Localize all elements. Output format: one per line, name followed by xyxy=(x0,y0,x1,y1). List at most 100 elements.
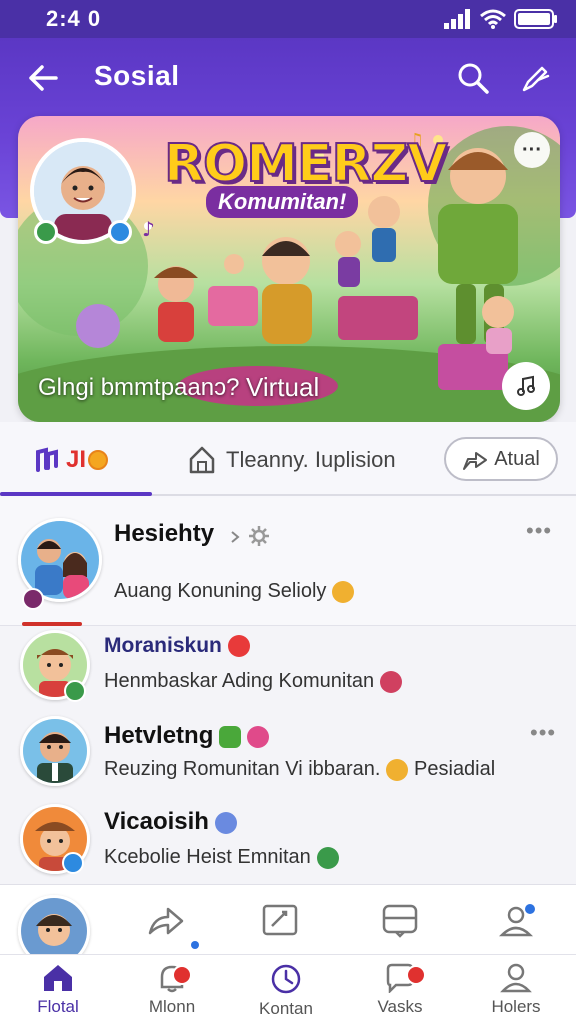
feed-list: Hesiehty ••• Auang Konuning Selioly Mora… xyxy=(0,498,576,884)
notification-badge xyxy=(172,965,192,985)
image-edit-icon xyxy=(262,904,298,936)
list-item[interactable]: Vicaoisih Kcebolie Heist Emnitan xyxy=(0,802,576,884)
hero-caption-left: Glngi bmmtpaanɔ? xyxy=(38,374,240,401)
nav-profile[interactable]: Holers xyxy=(466,963,566,1023)
emoji-icon xyxy=(247,725,270,748)
emoji-icon xyxy=(386,758,409,781)
emoji-icon xyxy=(227,635,250,658)
more-options-button[interactable]: ••• xyxy=(526,518,552,544)
post-text: Kcebolie Heist Emnitan xyxy=(104,846,339,869)
tab-music[interactable]: JI xyxy=(34,440,109,480)
verified-badge xyxy=(108,220,132,244)
edit-button[interactable] xyxy=(518,60,554,96)
emoji-icon xyxy=(332,580,355,603)
emoji-icon xyxy=(219,725,242,748)
hero-title: ROMERZV xyxy=(163,133,449,195)
sticker-icon xyxy=(88,450,109,470)
nav-messages[interactable]: Vasks xyxy=(350,963,450,1023)
nav-label: Flotal xyxy=(37,997,79,1016)
verified-badge xyxy=(62,852,84,874)
tab-actual[interactable]: Atual xyxy=(444,437,558,481)
gallery-button[interactable] xyxy=(258,899,302,943)
back-button[interactable] xyxy=(26,60,60,96)
hero-more-button[interactable]: ··· xyxy=(514,132,550,168)
post-text-content: Henmbaskar Ading Komunitan xyxy=(104,670,375,692)
nav-label: Kontan xyxy=(259,999,313,1018)
post-text-content: Reuzing Romunitan Vi ibbaran. xyxy=(104,758,381,780)
chevron-right-icon xyxy=(231,531,240,543)
tab-bar: JI Tleanny. Iuplision Atual xyxy=(0,422,576,498)
nav-label: Holers xyxy=(491,997,541,1016)
music-note-icon xyxy=(36,447,58,472)
bottom-navigation: Flotal Mlonn Kontan Vasks Holers xyxy=(0,954,576,1024)
post-text-extra: Pesiadial xyxy=(414,758,496,780)
music-note-icon xyxy=(517,375,535,396)
post-author-name: Hetvletng xyxy=(104,722,214,749)
inbox-icon xyxy=(382,904,418,938)
post-author-name: Moraniskun xyxy=(104,634,222,657)
status-icons xyxy=(444,8,558,30)
list-item[interactable]: Moraniskun Henmbaskar Ading Komunitan xyxy=(0,626,576,714)
post-text: Reuzing Romunitan Vi ibbaran. Pesiadial xyxy=(104,758,495,781)
account-settings-button[interactable] xyxy=(496,899,540,943)
action-bar xyxy=(0,884,576,967)
user-settings-icon xyxy=(498,904,535,937)
post-text-content: Auang Konuning Selioly xyxy=(114,580,327,602)
home-icon xyxy=(189,446,215,474)
clock-icon xyxy=(271,964,301,994)
post-author[interactable]: Vicaoisih xyxy=(104,808,237,836)
gear-icon xyxy=(249,526,269,546)
nav-notifications[interactable]: Mlonn xyxy=(122,963,222,1023)
nav-activity[interactable]: Kontan xyxy=(236,963,336,1023)
nav-label: Mlonn xyxy=(148,997,196,1016)
post-author[interactable]: Hesiehty xyxy=(114,520,214,548)
hero-subtitle: Komumitan! xyxy=(206,186,359,218)
signal-icon xyxy=(444,9,470,29)
emoji-icon xyxy=(214,811,237,834)
wifi-icon xyxy=(480,9,506,29)
post-author[interactable]: Moraniskun xyxy=(104,634,250,658)
pen-icon xyxy=(522,66,550,92)
status-time: 2:4 0 xyxy=(46,6,102,31)
nav-label: Vasks xyxy=(377,997,423,1016)
avatar[interactable] xyxy=(20,716,90,786)
nav-home[interactable]: Flotal xyxy=(8,963,108,1023)
music-button[interactable] xyxy=(502,362,550,410)
list-item[interactable]: Hetvletng ••• Reuzing Romunitan Vi ibbar… xyxy=(0,714,576,802)
hero-caption-right: Virtual xyxy=(246,372,320,402)
post-text: Auang Konuning Selioly xyxy=(114,580,355,603)
emoji-icon xyxy=(380,670,403,693)
active-dot xyxy=(191,941,199,949)
tab-label: Atual xyxy=(494,447,540,470)
hero-banner[interactable]: ♪ ♫ ROMERZV Komumitan! ··· Glngi bmmtpaa… xyxy=(18,116,560,422)
post-author[interactable]: Hetvletng xyxy=(104,722,270,750)
tab-label: JI xyxy=(66,446,87,473)
svg-text:♪: ♪ xyxy=(142,217,155,241)
share-button[interactable] xyxy=(144,899,188,943)
tab-community[interactable]: Tleanny. Iuplision xyxy=(188,440,396,480)
emoji-icon xyxy=(316,846,339,869)
post-text: Henmbaskar Ading Komunitan xyxy=(104,670,403,693)
post-author-name: Vicaoisih xyxy=(104,808,209,835)
online-badge xyxy=(34,220,58,244)
tab-label: Tleanny. Iuplision xyxy=(226,447,396,472)
more-options-button[interactable]: ••• xyxy=(530,720,556,746)
battery-icon xyxy=(514,9,557,29)
active-tab-indicator xyxy=(0,492,152,496)
home-icon xyxy=(44,965,72,991)
message-badge xyxy=(406,965,426,985)
user-badge xyxy=(22,588,44,610)
share-icon xyxy=(463,452,488,470)
profile-icon xyxy=(500,963,532,993)
search-button[interactable] xyxy=(455,60,491,96)
list-item[interactable]: Hesiehty ••• Auang Konuning Selioly xyxy=(0,498,576,626)
arrow-left-icon xyxy=(29,65,58,91)
online-badge xyxy=(64,680,86,702)
topbar: Sosial xyxy=(0,38,576,118)
share-arrow-icon xyxy=(148,907,184,935)
message-button[interactable] xyxy=(378,899,422,943)
status-bar: 2:4 0 xyxy=(0,0,576,38)
post-text-content: Kcebolie Heist Emnitan xyxy=(104,846,311,868)
hero-avatar[interactable] xyxy=(30,138,136,244)
search-icon xyxy=(458,63,489,94)
